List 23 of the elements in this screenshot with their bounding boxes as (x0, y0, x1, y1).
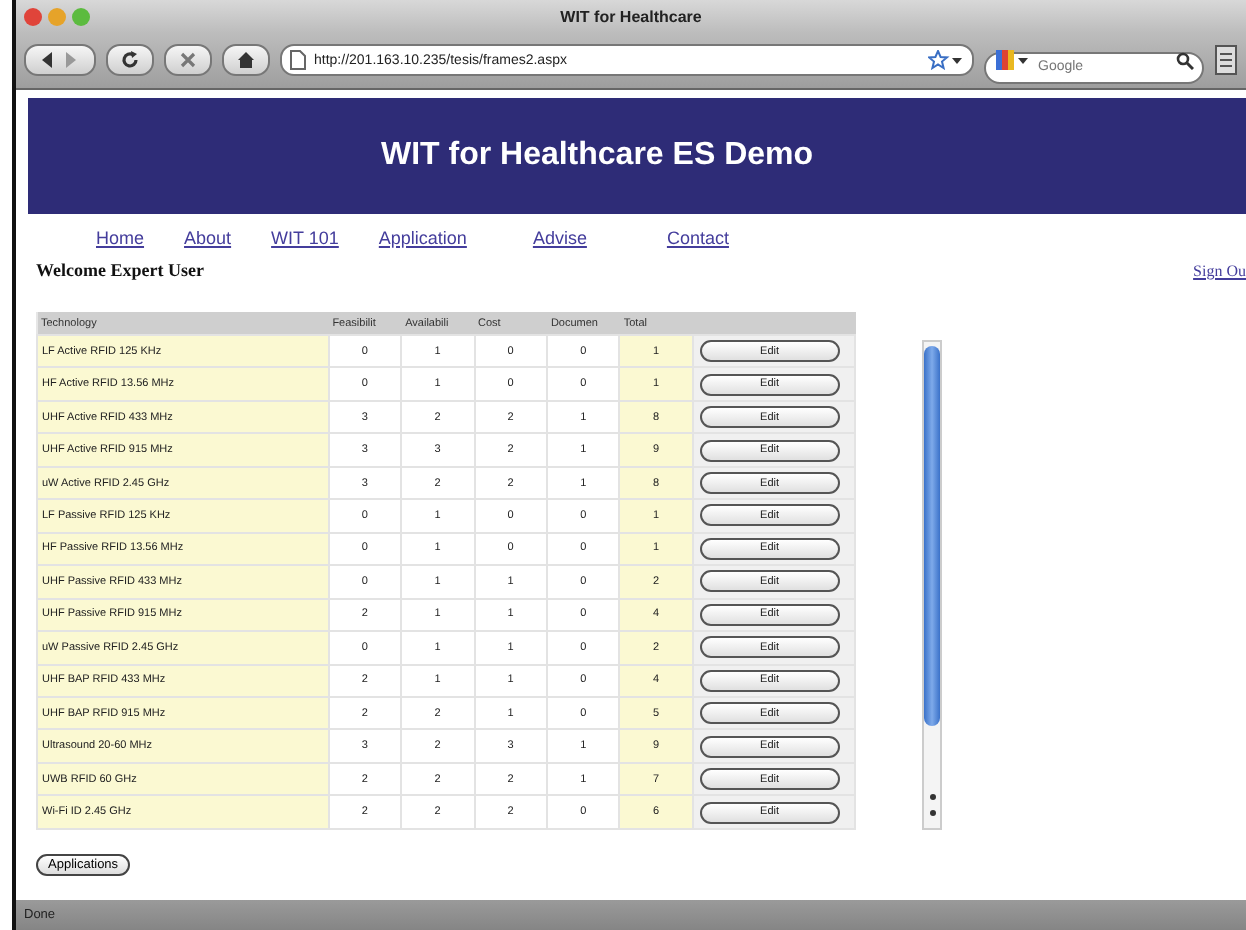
nav-link[interactable]: WIT 101 (271, 228, 339, 256)
nav-link[interactable]: Contact (666, 228, 729, 256)
nav-link[interactable]: Home (96, 228, 145, 256)
back-forward-button[interactable] (24, 44, 96, 76)
search-icon[interactable] (1176, 51, 1194, 69)
stop-button[interactable] (164, 44, 212, 76)
reload-icon (120, 50, 140, 70)
close-icon (178, 50, 198, 70)
reload-button[interactable] (106, 44, 154, 76)
close-icon[interactable] (24, 7, 42, 25)
page-icon (290, 50, 306, 70)
site-title: WIT for Healthcare ES Demo (380, 138, 814, 174)
home-button[interactable] (222, 44, 270, 76)
nav-link[interactable]: Application (378, 228, 467, 256)
bookmarks-icon[interactable] (1214, 44, 1238, 76)
home-icon (236, 50, 256, 70)
nav-link[interactable]: About (184, 228, 232, 256)
star-icon[interactable] (928, 50, 964, 70)
window-title: WIT for Healthcare (560, 7, 702, 25)
scrollbar[interactable] (922, 340, 942, 830)
sign-out-link[interactable]: Sign Ou (1193, 262, 1246, 292)
welcome-text: Welcome Expert User (36, 260, 204, 284)
nav-link[interactable]: Advise (532, 228, 587, 256)
